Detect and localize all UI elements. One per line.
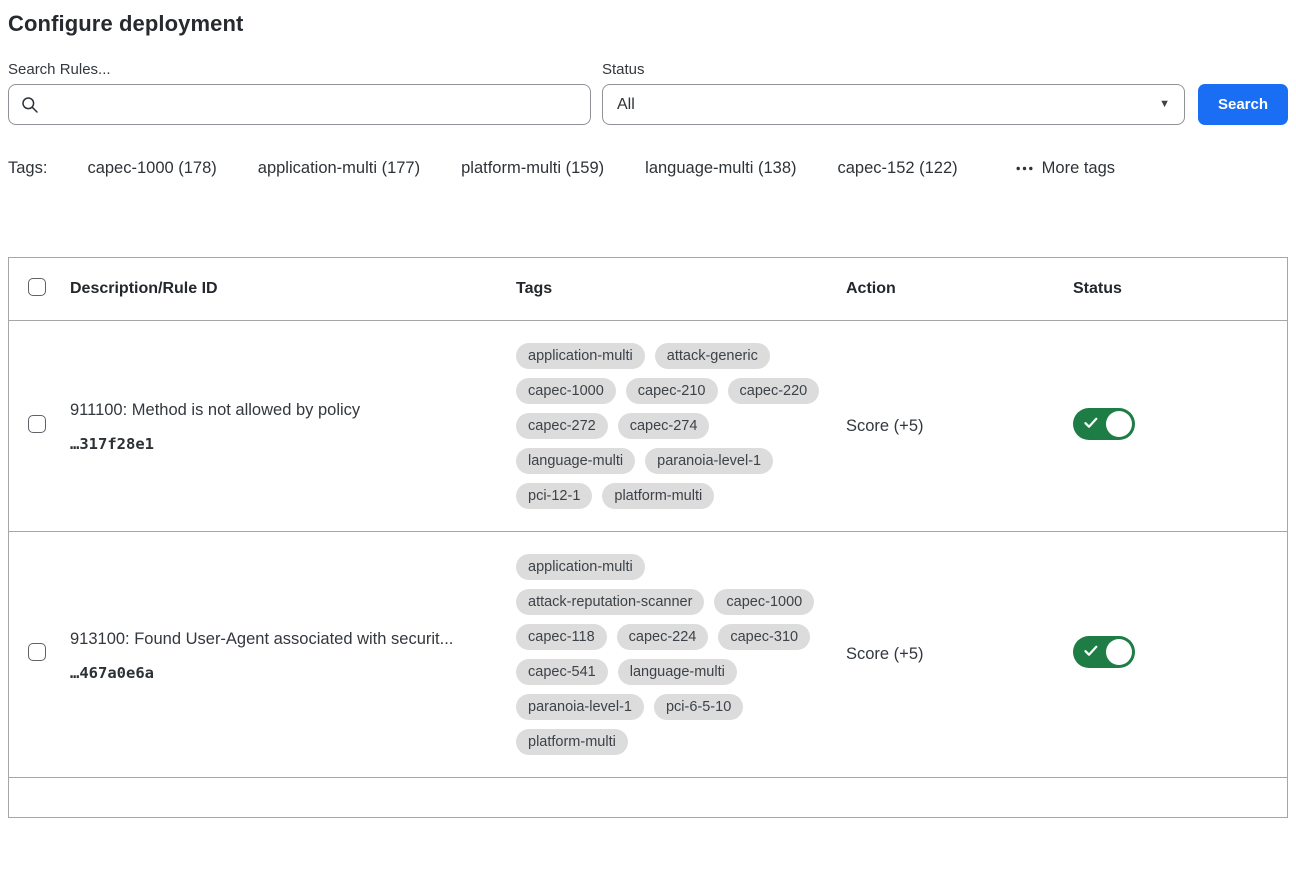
table-row-partial: [9, 777, 1287, 817]
rule-id: …317f28e1: [70, 435, 509, 453]
row-checkbox[interactable]: [28, 415, 46, 433]
ellipsis-icon: [1016, 166, 1033, 171]
check-icon: [1084, 645, 1098, 657]
tag-chip: attack-reputation-scanner: [516, 589, 704, 615]
tag-filter-application-multi[interactable]: application-multi (177): [258, 159, 420, 178]
more-tags-label: More tags: [1042, 159, 1115, 178]
tag-chip: capec-310: [718, 624, 810, 650]
page-title: Configure deployment: [8, 10, 1288, 38]
caret-down-icon: ▼: [1159, 99, 1170, 110]
tag-chip: capec-1000: [714, 589, 814, 615]
column-header-tags: Tags: [509, 280, 839, 298]
tag-chip: platform-multi: [602, 483, 714, 509]
tag-chip: application-multi: [516, 343, 645, 369]
tags-label: Tags:: [8, 159, 47, 178]
rule-tags: application-multi attack-generic capec-100…: [509, 321, 839, 531]
column-header-status: Status: [1066, 280, 1287, 298]
status-select[interactable]: All ▼: [602, 84, 1185, 125]
tag-filter-language-multi[interactable]: language-multi (138): [645, 159, 796, 178]
tag-chip: capec-220: [728, 378, 820, 404]
rule-tags: application-multi attack-reputation-scann…: [509, 532, 839, 777]
tag-chip: capec-224: [617, 624, 709, 650]
tags-bar: Tags: capec-1000 (178) application-multi…: [8, 159, 1288, 178]
tag-chip: capec-1000: [516, 378, 616, 404]
tag-chip: pci-12-1: [516, 483, 592, 509]
search-rules-label: Search Rules...: [8, 61, 591, 78]
tag-chip: application-multi: [516, 554, 645, 580]
tag-chip: language-multi: [516, 448, 635, 474]
status-selected-value: All: [617, 96, 635, 114]
search-button[interactable]: Search: [1198, 84, 1288, 125]
rule-action: Score (+5): [839, 417, 1066, 436]
status-filter-group: Status All ▼: [602, 61, 1185, 125]
status-toggle[interactable]: [1073, 636, 1135, 668]
row-checkbox[interactable]: [28, 643, 46, 661]
filter-bar: Search Rules... Status All ▼ Search: [8, 61, 1288, 125]
rule-description: 913100: Found User-Agent associated with…: [70, 628, 509, 650]
tag-chip: pci-6-5-10: [654, 694, 743, 720]
tag-filter-capec-152[interactable]: capec-152 (122): [838, 159, 958, 178]
tag-chip: capec-541: [516, 659, 608, 685]
search-field[interactable]: [8, 84, 591, 125]
table-row: 913100: Found User-Agent associated with…: [9, 531, 1287, 777]
header-checkbox-cell: [9, 278, 63, 301]
tag-chip: paranoia-level-1: [645, 448, 773, 474]
column-header-description: Description/Rule ID: [63, 280, 509, 298]
more-tags-button[interactable]: More tags: [1016, 159, 1115, 178]
configure-deployment-page: Configure deployment Search Rules... Sta…: [0, 0, 1296, 818]
tag-chip: capec-210: [626, 378, 718, 404]
tag-chip: paranoia-level-1: [516, 694, 644, 720]
tag-chip: capec-272: [516, 413, 608, 439]
toggle-knob: [1106, 639, 1132, 665]
tag-chip: platform-multi: [516, 729, 628, 755]
search-input[interactable]: [47, 95, 578, 114]
search-icon: [21, 96, 39, 114]
table-header-row: Description/Rule ID Tags Action Status: [9, 258, 1287, 320]
check-icon: [1084, 417, 1098, 429]
column-header-action: Action: [839, 280, 1066, 298]
tag-chip: capec-118: [516, 624, 607, 650]
rule-action: Score (+5): [839, 645, 1066, 664]
rule-id: …467a0e6a: [70, 664, 509, 682]
tag-chip: language-multi: [618, 659, 737, 685]
table-row: 911100: Method is not allowed by policy …: [9, 320, 1287, 531]
select-all-checkbox[interactable]: [28, 278, 46, 296]
toggle-knob: [1106, 411, 1132, 437]
search-rules-group: Search Rules...: [8, 61, 591, 125]
status-label: Status: [602, 61, 1185, 78]
tag-filter-capec-1000[interactable]: capec-1000 (178): [87, 159, 216, 178]
tag-filter-platform-multi[interactable]: platform-multi (159): [461, 159, 604, 178]
tag-chip: attack-generic: [655, 343, 770, 369]
rules-table: Description/Rule ID Tags Action Status 9…: [8, 257, 1288, 818]
rule-description: 911100: Method is not allowed by policy: [70, 399, 509, 421]
status-toggle[interactable]: [1073, 408, 1135, 440]
tag-chip: capec-274: [618, 413, 710, 439]
table-body: 911100: Method is not allowed by policy …: [9, 320, 1287, 817]
